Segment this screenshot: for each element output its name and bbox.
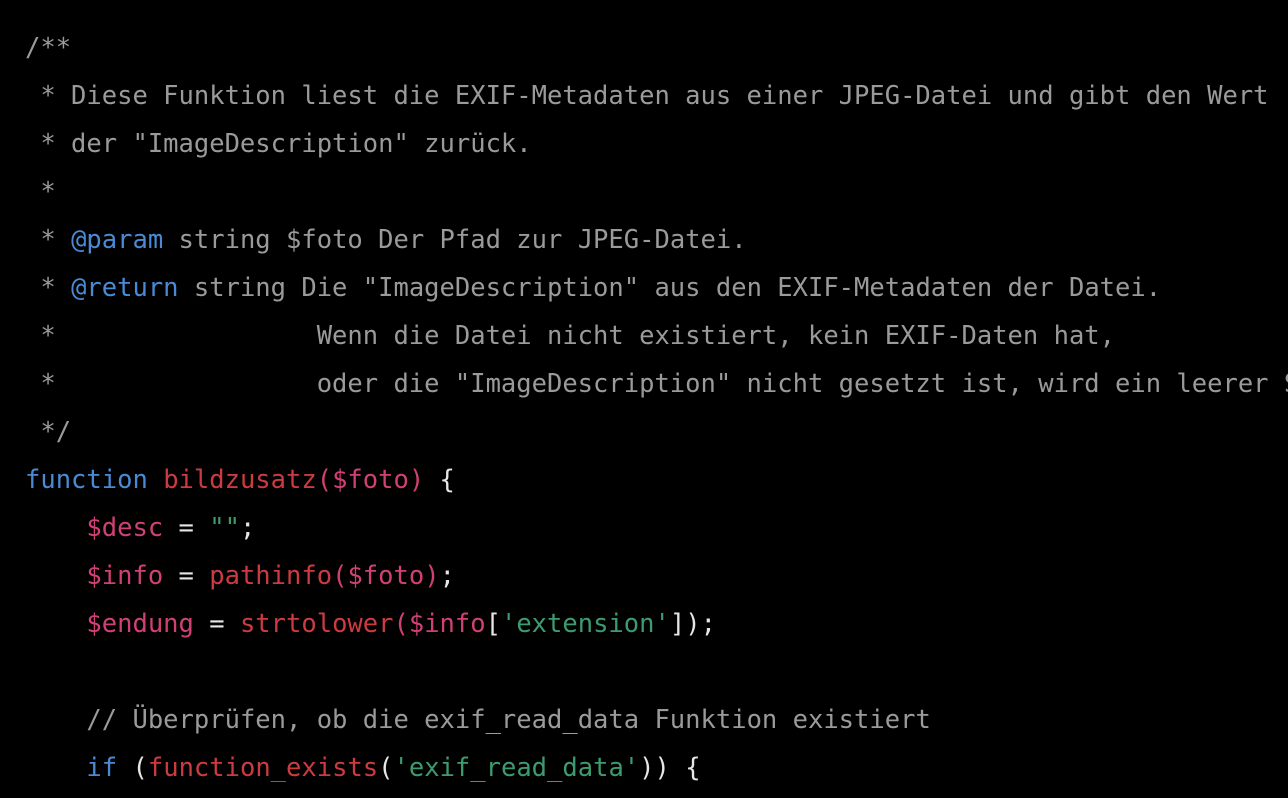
code-token-string: "" [209,513,240,543]
code-token-plain: = [193,609,240,639]
code-line[interactable]: /** [25,24,1288,72]
code-line[interactable]: * @param string $foto Der Pfad zur JPEG-… [25,216,1288,264]
code-token-comment: string $foto Der Pfad zur JPEG-Datei. [163,225,747,255]
code-token-variable: $endung [86,609,194,639]
code-token-function-name: bildzusatz [163,465,317,495]
code-line[interactable]: // Überprüfen, ob die exif_read_data Fun… [25,696,1288,744]
code-line[interactable]: if (function_exists('exif_read_data')) { [25,744,1288,792]
code-token-variable: $foto [347,561,425,591]
code-token-plain: ; [439,561,455,591]
code-token-plain: [ [485,609,501,639]
code-token-keyword: function [25,465,148,495]
code-token-comment: string Die "ImageDescription" aus den EX… [178,273,1162,303]
code-line[interactable]: $desc = ""; [25,504,1288,552]
code-token-plain: ) [654,753,670,783]
code-line[interactable]: $endung = strtolower($info['extension'])… [25,600,1288,648]
code-token-variable: $foto [332,465,409,495]
code-token-plain: { [424,465,455,495]
code-line[interactable]: * @return string Die "ImageDescription" … [25,264,1288,312]
code-token-keyword: if [86,753,118,783]
code-token-plain: = [163,561,210,591]
code-token-plain: ( [378,753,394,783]
code-token-plain: ; [700,609,716,639]
code-token-variable: ( [393,609,409,639]
code-token-variable: ) [408,465,425,495]
code-token-function-name: strtolower [239,609,394,639]
code-token-comment: /** [25,33,72,63]
code-token-plain: ] [669,609,686,639]
code-line[interactable]: * Wenn die Datei nicht existiert, kein E… [25,312,1288,360]
code-token-doc-tag: @param [71,225,164,255]
code-token-variable: $desc [86,513,164,543]
code-token-comment: * der "ImageDescription" zurück. [25,129,532,159]
code-line[interactable]: * der "ImageDescription" zurück. [25,120,1288,168]
code-line[interactable]: ​ [25,648,1288,696]
code-token-comment: // Überprüfen, ob die exif_read_data Fun… [86,705,931,735]
code-line[interactable]: * [25,168,1288,216]
code-token-doc-tag: @return [71,273,179,303]
code-token-function-name: pathinfo [209,561,333,591]
code-token-comment: * oder die "ImageDescription" nicht gese… [25,369,1288,399]
code-token-variable: ) [424,561,440,591]
code-line[interactable]: * oder die "ImageDescription" nicht gese… [25,360,1288,408]
code-token-variable: $info [86,561,164,591]
code-token-comment: */ [25,417,72,447]
code-token-plain: = [163,513,210,543]
code-token-comment: * [25,177,56,207]
code-token-string: 'exif_read_data' [393,753,640,783]
code-token-comment: * [25,225,72,255]
code-line[interactable]: */ [25,408,1288,456]
code-token-plain: { [669,753,701,783]
code-token-plain: ; [239,513,256,543]
code-line[interactable]: * Diese Funktion liest die EXIF-Metadate… [25,72,1288,120]
code-token-variable: ( [332,561,348,591]
code-token-plain: ) [685,609,701,639]
code-token-function-name: function_exists [147,753,379,783]
code-token-comment: * Wenn die Datei nicht existiert, kein E… [25,321,1116,351]
code-token-variable: ( [316,465,333,495]
code-token-comment: * [25,273,72,303]
code-editor-surface[interactable]: /** * Diese Funktion liest die EXIF-Meta… [0,0,1288,798]
code-line[interactable]: $info = pathinfo($foto); [25,552,1288,600]
code-token-variable: $info [408,609,486,639]
code-lines-container[interactable]: /** * Diese Funktion liest die EXIF-Meta… [25,24,1288,792]
code-token-string: 'extension' [500,609,670,639]
code-token-plain: ) [639,753,655,783]
code-token-plain: ( [117,753,148,783]
code-line[interactable]: function bildzusatz($foto) { [25,456,1288,504]
code-token-comment: * Diese Funktion liest die EXIF-Metadate… [25,81,1269,111]
